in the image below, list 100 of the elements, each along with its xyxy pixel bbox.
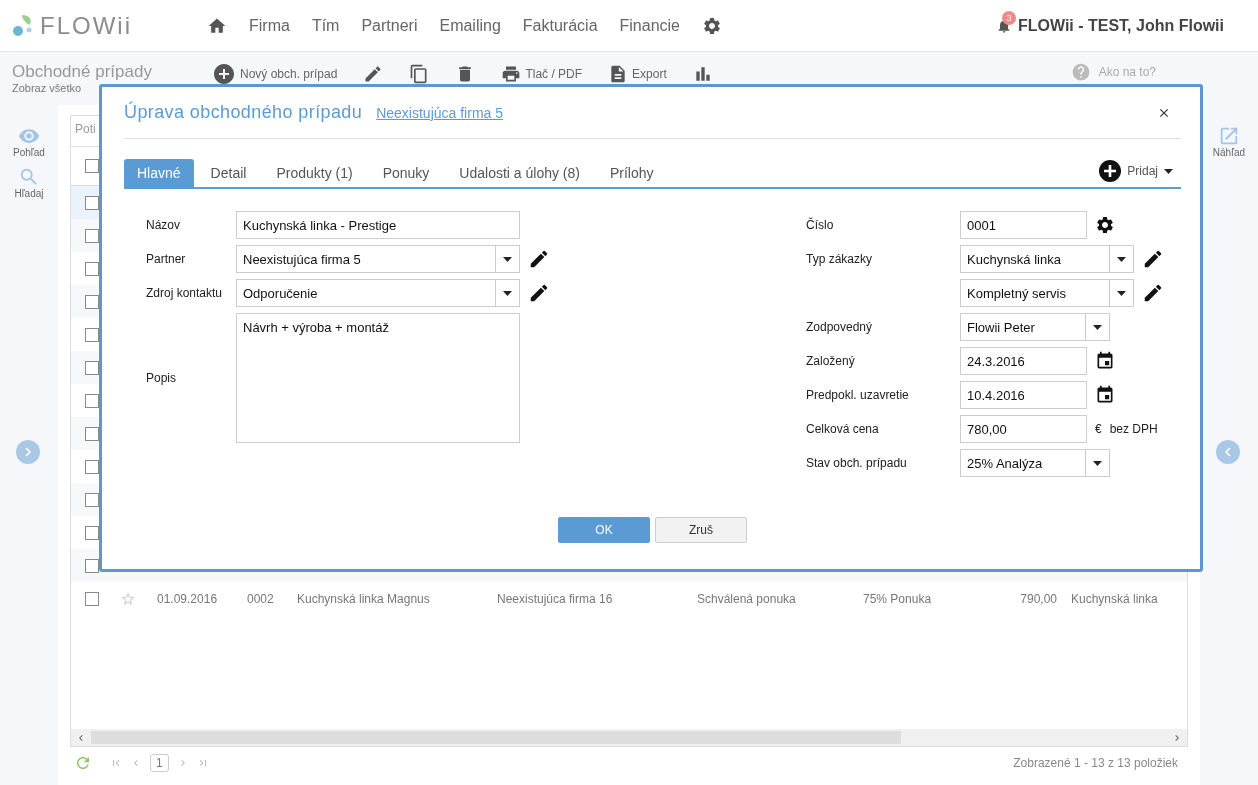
table-cell-text: 75% Ponuka: [863, 591, 933, 606]
page-button[interactable]: 1: [150, 754, 169, 772]
logo-text: FLOWii: [40, 11, 132, 40]
print-button[interactable]: Tlač / PDF: [501, 64, 583, 84]
currency-label: €: [1095, 422, 1102, 436]
view-button[interactable]: Pohľad: [13, 125, 45, 158]
row-checkbox[interactable]: [85, 261, 99, 276]
field-label: Stav obch. prípadu: [806, 456, 908, 470]
nav-link[interactable]: Fakturácia: [522, 16, 598, 35]
input-field[interactable]: 24.3.2016: [960, 347, 1087, 375]
table-cell-text: 01.09.2016: [157, 591, 219, 606]
field-label: Založený: [806, 354, 856, 368]
pencil-icon[interactable]: [1142, 248, 1164, 270]
field-label: Partner: [146, 252, 187, 266]
user-name[interactable]: FLOWii - TEST, John Flowii: [1017, 16, 1224, 35]
add-menu-button[interactable]: Pridaj: [1099, 160, 1181, 186]
select-field[interactable]: Kompletný servis: [960, 279, 1134, 307]
table-cell-text: 790,00: [1019, 591, 1057, 606]
field-label: Názov: [146, 218, 181, 232]
printer-icon: [501, 64, 522, 84]
search-button[interactable]: Hľadaj: [14, 166, 44, 199]
row-checkbox[interactable]: [85, 327, 99, 342]
tab[interactable]: Udalosti a úlohy (8): [446, 159, 593, 187]
pencil-icon[interactable]: [1142, 282, 1164, 304]
table-cell-text: Schválená ponuka: [697, 591, 797, 606]
export-button[interactable]: Export: [608, 64, 667, 84]
first-page-icon[interactable]: [110, 757, 122, 769]
row-checkbox[interactable]: [85, 492, 99, 507]
row-checkbox[interactable]: [85, 459, 99, 474]
search-icon: [18, 166, 40, 188]
input-field[interactable]: Kuchynská linka - Prestige: [236, 211, 520, 239]
copy-icon: [409, 64, 430, 84]
select-field[interactable]: Kuchynská linka: [960, 245, 1134, 273]
table-cell-text: Neexistujúca firma 16: [497, 591, 614, 606]
logo-icon: [12, 12, 34, 39]
caret-icon: [1117, 290, 1126, 296]
caret-icon: [503, 256, 512, 262]
star-icon[interactable]: [120, 590, 136, 607]
select-field[interactable]: Odporučenie: [236, 279, 520, 307]
row-checkbox[interactable]: [85, 558, 99, 573]
caret-icon: [1117, 256, 1126, 262]
field-label: Predpokl. uzavretie: [806, 388, 910, 402]
pencil-icon[interactable]: [528, 248, 550, 270]
calendar-icon[interactable]: [1095, 351, 1115, 371]
external-link-icon: [1218, 125, 1240, 147]
select-field[interactable]: Flowii Peter: [960, 313, 1110, 341]
nav-link[interactable]: Partneri: [361, 16, 418, 35]
nav-link[interactable]: Financie: [619, 16, 680, 35]
page-title: Obchodné prípady: [12, 62, 153, 82]
field-label: Typ zákazky: [806, 252, 874, 266]
settings-icon[interactable]: [1095, 215, 1115, 235]
caret-icon: [503, 290, 512, 296]
field-label: Celková cena: [806, 422, 880, 436]
row-checkbox[interactable]: [85, 228, 99, 243]
nav-link[interactable]: Emailing: [439, 16, 501, 35]
notification-count: 3: [1001, 10, 1016, 25]
field-label: Číslo: [806, 218, 835, 232]
row-checkbox[interactable]: [85, 525, 99, 540]
select-field[interactable]: 25% Analýza: [960, 449, 1110, 477]
row-checkbox[interactable]: [85, 294, 99, 309]
nav-link[interactable]: Firma: [249, 16, 290, 35]
help-icon: [1070, 62, 1091, 82]
input-field[interactable]: 0001: [960, 211, 1087, 239]
table-cell-text: Kuchynská linka: [1070, 591, 1157, 606]
description-field[interactable]: Návrh + výroba + montáž: [236, 313, 520, 443]
group-panel-hint: Poti: [75, 122, 96, 136]
field-label: Zodpovedný: [806, 320, 874, 334]
cancel-button[interactable]: Zruš: [655, 517, 747, 543]
horizontal-scrollbar[interactable]: [71, 729, 1187, 746]
caret-icon: [1164, 168, 1173, 174]
table-cell-text: 0002: [247, 591, 275, 606]
preview-button[interactable]: Náhľad: [1212, 125, 1246, 158]
row-checkbox[interactable]: [85, 195, 99, 210]
settings-icon[interactable]: [702, 15, 722, 36]
table-cell-text: Kuchynská linka Magnus: [297, 591, 431, 606]
refresh-icon[interactable]: [74, 754, 92, 772]
row-checkbox[interactable]: [85, 426, 99, 441]
add-button[interactable]: Nový obch. prípad: [212, 62, 338, 86]
input-field[interactable]: 780,00: [960, 415, 1087, 443]
nav-link[interactable]: Tím: [311, 16, 340, 35]
tab[interactable]: Detail: [197, 159, 260, 187]
select-field[interactable]: Neexistujúca firma 5: [236, 245, 520, 273]
caret-icon: [1093, 460, 1102, 466]
row-checkbox[interactable]: [85, 591, 99, 606]
row-checkbox[interactable]: [85, 360, 99, 375]
tab[interactable]: Produkty (1): [263, 159, 366, 187]
field-label: Popis: [146, 371, 178, 385]
tab[interactable]: Ponuky: [369, 159, 443, 187]
calendar-icon[interactable]: [1095, 385, 1115, 405]
row-checkbox[interactable]: [85, 393, 99, 408]
input-field[interactable]: 10.4.2016: [960, 381, 1087, 409]
copy-button[interactable]: [409, 64, 430, 84]
pencil-icon[interactable]: [528, 282, 550, 304]
select-all-checkbox[interactable]: [85, 159, 99, 173]
unit-label: bez DPH: [1109, 422, 1158, 436]
plus-circle-icon: [1099, 160, 1122, 182]
caret-icon: [1093, 324, 1102, 330]
tab[interactable]: Prílohy: [596, 159, 667, 187]
field-label: Zdroj kontaktu: [146, 286, 224, 300]
dialog-title: Úprava obchodného prípadu: [124, 102, 363, 123]
